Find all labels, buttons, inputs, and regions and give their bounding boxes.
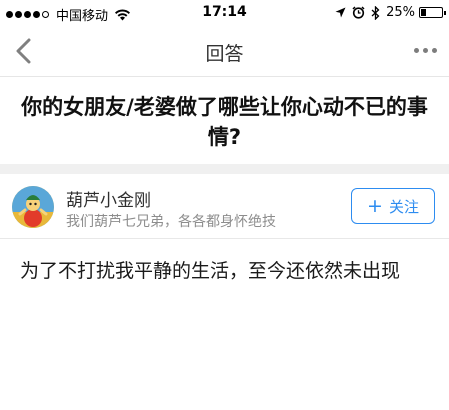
more-dot bbox=[432, 48, 437, 53]
avatar[interactable] bbox=[12, 186, 54, 228]
more-dots-icon[interactable] bbox=[410, 48, 437, 53]
answer-text: 为了不打扰我平静的生活，至今还依然未出现 bbox=[20, 260, 401, 282]
cartoon-avatar-icon bbox=[12, 186, 54, 228]
author-row: 葫芦小金刚 我们葫芦七兄弟，各各都身怀绝技 + 关注 bbox=[0, 174, 449, 239]
bluetooth-icon bbox=[371, 5, 380, 20]
section-divider bbox=[0, 164, 449, 174]
more-dot bbox=[423, 48, 428, 53]
page-title: 回答 bbox=[205, 43, 244, 65]
more-dot bbox=[414, 48, 419, 53]
battery-percent: 25% bbox=[386, 5, 415, 20]
question-title[interactable]: 你的女朋友/老婆做了哪些让你心动不已的事情? bbox=[0, 92, 449, 152]
battery-icon bbox=[419, 7, 446, 18]
author-bio: 我们葫芦七兄弟，各各都身怀绝技 bbox=[66, 214, 276, 230]
plus-icon: + bbox=[367, 194, 383, 217]
status-bar: 中国移动 17:14 25% bbox=[0, 0, 449, 26]
alarm-icon bbox=[352, 6, 365, 19]
author-name[interactable]: 葫芦小金刚 bbox=[66, 186, 151, 211]
follow-button[interactable]: + 关注 bbox=[351, 188, 435, 224]
battery-nub bbox=[444, 11, 446, 15]
answer-screen: 中国移动 17:14 25% 回答 你的女朋友/老婆做了哪些让你心动不已的事情?… bbox=[0, 0, 449, 410]
battery-fill bbox=[421, 9, 426, 16]
nav-bar: 回答 bbox=[0, 26, 449, 77]
status-right: 25% bbox=[335, 5, 446, 20]
location-icon bbox=[335, 7, 346, 18]
follow-label: 关注 bbox=[388, 197, 419, 216]
